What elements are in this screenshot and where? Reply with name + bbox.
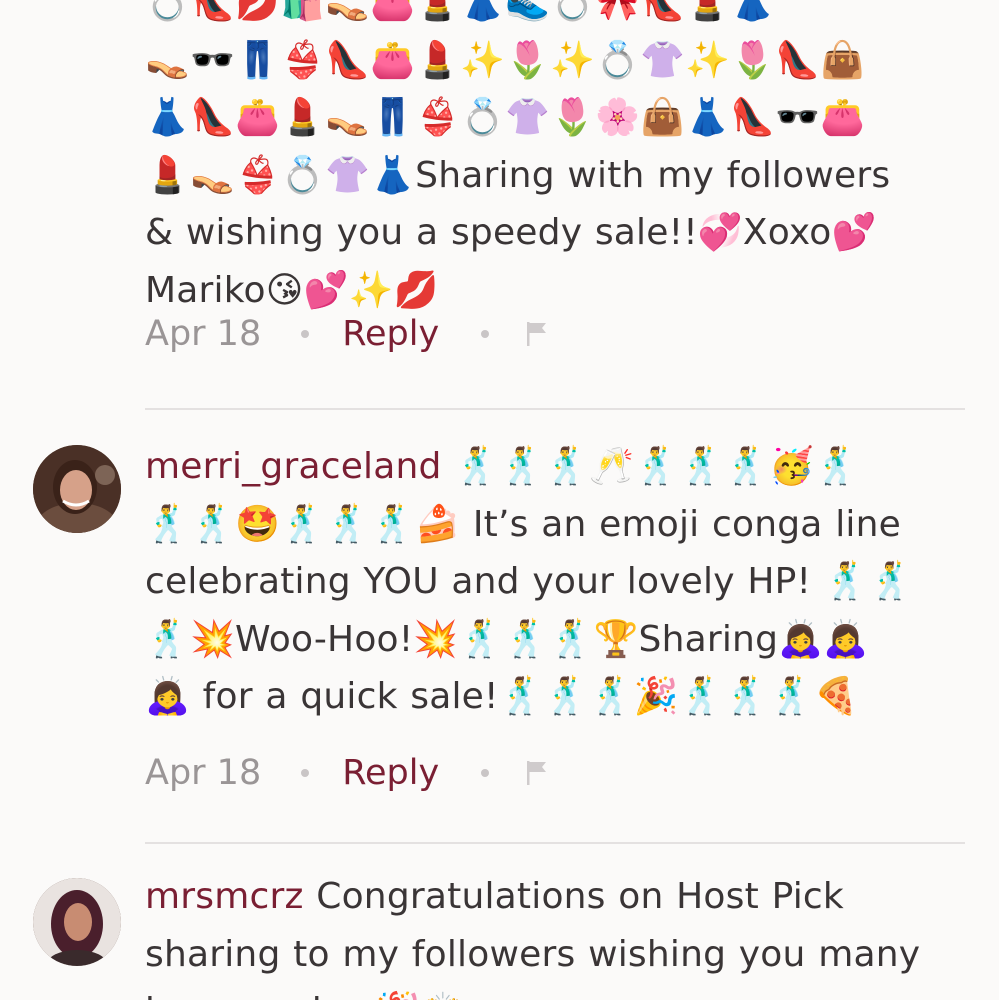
comment-line: happy sales 🎉🙌 xyxy=(145,983,945,1000)
reply-button[interactable]: Reply xyxy=(342,753,439,793)
comment-line: 🙇‍♀️ for a quick sale!🕺🕺🕺🎉🕺🕺🕺🍕 xyxy=(145,676,859,717)
divider xyxy=(145,842,965,844)
flag-icon[interactable] xyxy=(525,759,549,787)
comment-line: sharing to my followers wishing you many xyxy=(145,933,921,975)
comments-feed: 💍👠💋🛍️👡👛💄👗👟💍🎀👠💄👗 👡🕶️👖👙👠👛💄✨🌷✨💍👚✨🌷👠👜 👗👠👛💄👡👖… xyxy=(0,0,999,1000)
comment-text: 💍👠💋🛍️👡👛💄👗👟💍🎀👠💄👗 👡🕶️👖👙👠👛💄✨🌷✨💍👚✨🌷👠👜 👗👠👛💄👡👖… xyxy=(145,0,945,319)
comment-text: mrsmcrz Congratulations on Host Pick sha… xyxy=(145,868,945,1000)
comment-date: Apr 18 xyxy=(145,753,262,793)
comment-line: 💄👡👙💍👚👗Sharing with my followers xyxy=(145,154,891,196)
comment-date: Apr 18 xyxy=(145,314,262,354)
separator-dot xyxy=(301,769,310,777)
comment-line-text: Congratulations on Host Pick xyxy=(303,876,844,917)
comment-line: & wishing you a speedy sale!!💞Xoxo💕 xyxy=(145,212,877,253)
comment-line: Mariko😘💕✨💋 xyxy=(145,269,439,311)
comment-text: merri_graceland 🕺🕺🕺🥂🕺🕺🕺🥳🕺 🕺🕺🤩🕺🕺🕺🍰 It’s a… xyxy=(145,438,945,726)
avatar[interactable] xyxy=(33,878,121,966)
comment-line: 💍👠💋🛍️👡👛💄👗👟💍🎀👠💄👗 xyxy=(145,0,776,23)
separator-dot xyxy=(481,330,490,338)
comment-line: celebrating YOU and your lovely HP! 🕺🕺 xyxy=(145,561,914,602)
comment-meta: Apr 18 Reply xyxy=(145,753,549,793)
comment-line: 🕺💥Woo-Hoo!💥🕺🕺🕺🏆Sharing🙇‍♀️🙇‍♀️ xyxy=(145,618,869,660)
comment-username[interactable]: merri_graceland xyxy=(145,446,442,487)
comment-line: 🕺🕺🤩🕺🕺🕺🍰 It’s an emoji conga line xyxy=(145,503,901,545)
reply-button[interactable]: Reply xyxy=(342,314,439,354)
divider xyxy=(145,408,965,410)
flag-icon[interactable] xyxy=(525,320,549,348)
separator-dot xyxy=(301,330,310,338)
comment-line: 👗👠👛💄👡👖👙💍👚🌷🌸👜👗👠🕶️👛 xyxy=(145,97,866,138)
comment-meta: Apr 18 Reply xyxy=(145,314,549,354)
comment-line-text: 🕺🕺🕺🥂🕺🕺🕺🥳🕺 xyxy=(441,446,860,487)
comment-username[interactable]: mrsmcrz xyxy=(145,876,304,917)
avatar[interactable] xyxy=(33,445,121,533)
comment-line: merri_graceland 🕺🕺🕺🥂🕺🕺🕺🥳🕺 xyxy=(145,438,945,496)
comment-line: mrsmcrz Congratulations on Host Pick xyxy=(145,868,945,926)
comment-line: 👡🕶️👖👙👠👛💄✨🌷✨💍👚✨🌷👠👜 xyxy=(145,39,866,81)
separator-dot xyxy=(481,769,490,777)
